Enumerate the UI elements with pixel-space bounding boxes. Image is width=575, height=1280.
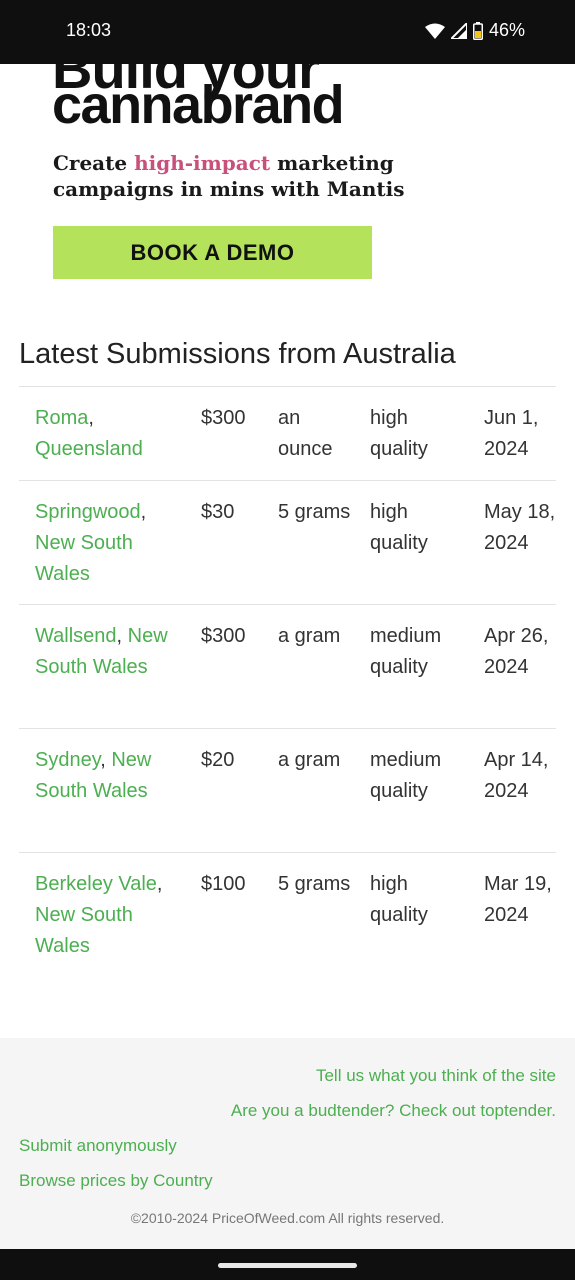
ad-sub-pre: Create [53,151,135,175]
ad-banner[interactable]: Build your cannabrand Create high-impact… [0,64,575,304]
location-cell: Roma, Queensland [35,403,185,465]
submit-anonymously-link[interactable]: Submit anonymously [19,1136,177,1156]
quantity-cell: a gram [278,749,341,771]
ad-sub-post: marketing [270,151,394,175]
book-demo-button[interactable]: BOOK A DEMO [53,226,372,279]
quality-cell: high quality [370,873,428,926]
battery-percent: 46% [488,20,525,40]
price-cell: $100 [201,873,246,895]
city-link[interactable]: Roma [35,407,88,429]
separator: , [140,501,147,523]
cell-signal-icon [450,22,467,39]
table-row: Berkeley Vale, New South Wales $100 5 gra… [19,853,556,977]
home-gesture-handle[interactable] [218,1263,357,1268]
region-link[interactable]: New South Wales [35,532,133,585]
ad-subtitle: Create high-impact marketing campaigns i… [53,150,405,202]
ad-sub-line2: campaigns in mins with Mantis [53,177,405,201]
location-cell: Sydney, New South Wales [35,745,185,807]
quality-cell: medium quality [370,625,442,678]
quantity-cell: a gram [278,625,341,647]
quality-cell: medium quality [370,749,442,802]
quantity-cell: an ounce [278,407,333,460]
quality-cell: high quality [370,501,428,554]
city-link[interactable]: Springwood [35,501,141,523]
date-cell: Jun 1, 2024 [484,407,539,460]
status-time: 18:03 [66,20,112,40]
region-link[interactable]: New South Wales [35,904,133,957]
submissions-table: Roma, Queensland $300 an ounce high quali… [19,386,556,977]
separator: , [156,873,163,895]
price-cell: $30 [201,501,235,523]
price-cell: $20 [201,749,235,771]
system-nav-bar [0,1249,575,1280]
location-cell: Berkeley Vale, New South Wales [35,869,185,962]
table-row: Springwood, New South Wales $30 5 grams h… [19,481,556,605]
date-cell: Apr 14, 2024 [484,749,549,802]
feedback-link[interactable]: Tell us what you think of the site [316,1066,556,1086]
location-cell: Wallsend, New South Wales [35,621,185,683]
city-link[interactable]: Sydney [35,749,100,771]
status-bar: 18:03 46% [0,0,575,64]
city-link[interactable]: Wallsend [35,625,117,647]
table-row: Sydney, New South Wales $20 a gram mediu… [19,729,556,853]
separator: , [116,625,123,647]
ad-headline: cannabrand [52,75,345,135]
table-row: Roma, Queensland $300 an ounce high quali… [19,387,556,481]
wifi-icon [424,23,445,39]
city-link[interactable]: Berkeley Vale [35,873,157,895]
page-title: Latest Submissions from Australia [19,338,456,370]
separator: , [100,749,106,771]
footer: Tell us what you think of the site Are y… [0,1038,575,1249]
price-cell: $300 [201,407,246,429]
price-cell: $300 [201,625,246,647]
ad-sub-highlight: high-impact [134,151,271,175]
date-cell: Apr 26, 2024 [484,625,549,678]
separator: , [88,407,94,429]
date-cell: Mar 19, 2024 [484,873,552,926]
status-icons: 46% [424,20,525,41]
date-cell: May 18, 2024 [484,501,556,554]
region-link[interactable]: Queensland [35,438,143,460]
quality-cell: high quality [370,407,428,460]
copyright: ©2010-2024 PriceOfWeed.com All rights re… [130,1210,445,1226]
location-cell: Springwood, New South Wales [35,497,185,590]
quantity-cell: 5 grams [278,501,351,523]
battery-icon [472,21,483,40]
budtender-link[interactable]: Are you a budtender? Check out toptender… [231,1101,556,1121]
browse-by-country-link[interactable]: Browse prices by Country [19,1171,213,1191]
table-row: Wallsend, New South Wales $300 a gram me… [19,605,556,729]
quantity-cell: 5 grams [278,873,351,895]
